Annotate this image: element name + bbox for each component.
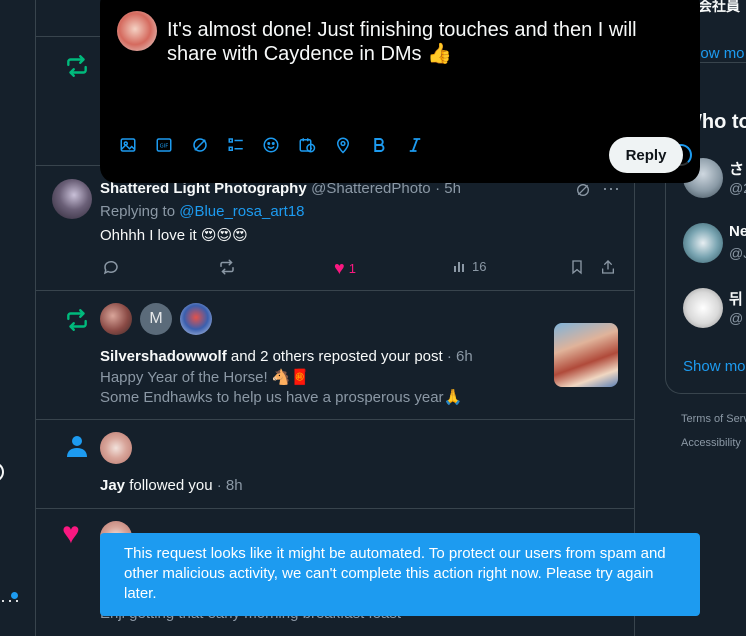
user-handle[interactable]: @J	[729, 245, 746, 261]
schedule-icon[interactable]	[298, 136, 316, 154]
timestamp[interactable]: · 8h	[217, 477, 243, 494]
user-handle[interactable]: @2	[729, 180, 746, 196]
italic-icon[interactable]	[406, 136, 424, 154]
reply-text: Ohhhh I love it 😍😍😍	[100, 227, 248, 244]
like-action[interactable]: ♥ 1	[334, 258, 356, 279]
heart-icon: ♥	[62, 517, 80, 550]
replying-to-label: Replying to	[100, 203, 176, 220]
follow-text: followed you	[129, 477, 213, 494]
share-icon[interactable]	[600, 258, 616, 276]
user-handle[interactable]: @	[729, 310, 743, 326]
post-thumbnail[interactable]	[554, 323, 618, 387]
avatar-letter[interactable]: M	[140, 303, 172, 335]
person-icon	[67, 436, 87, 457]
gif-icon[interactable]: GIF	[155, 136, 173, 154]
emoji-icon[interactable]	[262, 136, 280, 154]
notification-repost[interactable]: M Silvershadowwolf and 2 others reposted…	[36, 291, 634, 420]
footer-accessibility[interactable]: Accessibility	[681, 437, 741, 449]
heart-filled-icon: ♥	[334, 258, 345, 278]
thumbs-up-emoji: 👍	[427, 43, 453, 65]
views-action[interactable]: 16	[452, 258, 486, 274]
repost-icon	[67, 309, 87, 331]
rate-limit-toast: This request looks like it might be auto…	[100, 533, 700, 616]
grok-icon[interactable]	[191, 136, 209, 154]
avatar[interactable]	[683, 288, 723, 328]
unread-dot	[11, 592, 18, 599]
repost-text: and 2 others reposted your post	[230, 348, 443, 365]
view-count: 16	[472, 258, 487, 274]
avatar[interactable]	[180, 303, 212, 335]
show-more-bottom[interactable]: Show mo	[683, 358, 746, 375]
svg-text:GIF: GIF	[160, 144, 169, 150]
repost-actor[interactable]: Silvershadowwolf	[100, 348, 227, 365]
bookmark-icon[interactable]	[569, 258, 585, 276]
location-icon[interactable]	[334, 136, 352, 154]
toast-message: This request looks like it might be auto…	[124, 545, 666, 602]
user-name[interactable]: 뒤	[729, 288, 743, 309]
composer-textarea[interactable]: It's almost done! Just finishing touches…	[167, 18, 672, 66]
user-name[interactable]: さ	[729, 158, 744, 179]
timestamp[interactable]: · 6h	[447, 348, 473, 365]
avatar-letter-text: M	[149, 310, 163, 327]
bold-icon[interactable]	[370, 136, 388, 154]
retweet-icon[interactable]	[218, 258, 236, 276]
nav-icon-partial[interactable]	[0, 462, 4, 482]
avatar[interactable]	[100, 432, 132, 464]
analytics-icon	[454, 262, 464, 272]
like-count: 1	[348, 261, 356, 276]
reply-icon[interactable]	[102, 258, 120, 276]
repost-icon	[67, 55, 87, 77]
composer-avatar[interactable]	[117, 11, 157, 51]
left-nav-column: ···	[0, 0, 36, 636]
post-line-2: Some Endhawks to help us have a prospero…	[100, 389, 463, 406]
avatar[interactable]	[683, 223, 723, 263]
notification-follow[interactable]: Jay followed you · 8h	[36, 420, 634, 509]
reply-composer: It's almost done! Just finishing touches…	[100, 0, 700, 183]
follower-name[interactable]: Jay	[100, 477, 125, 494]
grok-icon[interactable]	[575, 182, 591, 198]
top-partial-text: 会社員	[698, 0, 740, 14]
media-icon[interactable]	[119, 136, 137, 154]
composer-text: It's almost done! Just finishing touches…	[167, 19, 637, 65]
post-line-1: Happy Year of the Horse! 🐴🧧	[100, 369, 310, 386]
footer-terms[interactable]: Terms of Serv	[681, 413, 746, 425]
avatar[interactable]	[100, 303, 132, 335]
avatar[interactable]	[52, 179, 92, 219]
reply-button[interactable]: Reply	[609, 137, 683, 173]
poll-icon[interactable]	[227, 136, 245, 154]
replying-to-handle[interactable]: @Blue_rosa_art18	[179, 203, 304, 220]
user-name[interactable]: Ne	[729, 223, 746, 240]
